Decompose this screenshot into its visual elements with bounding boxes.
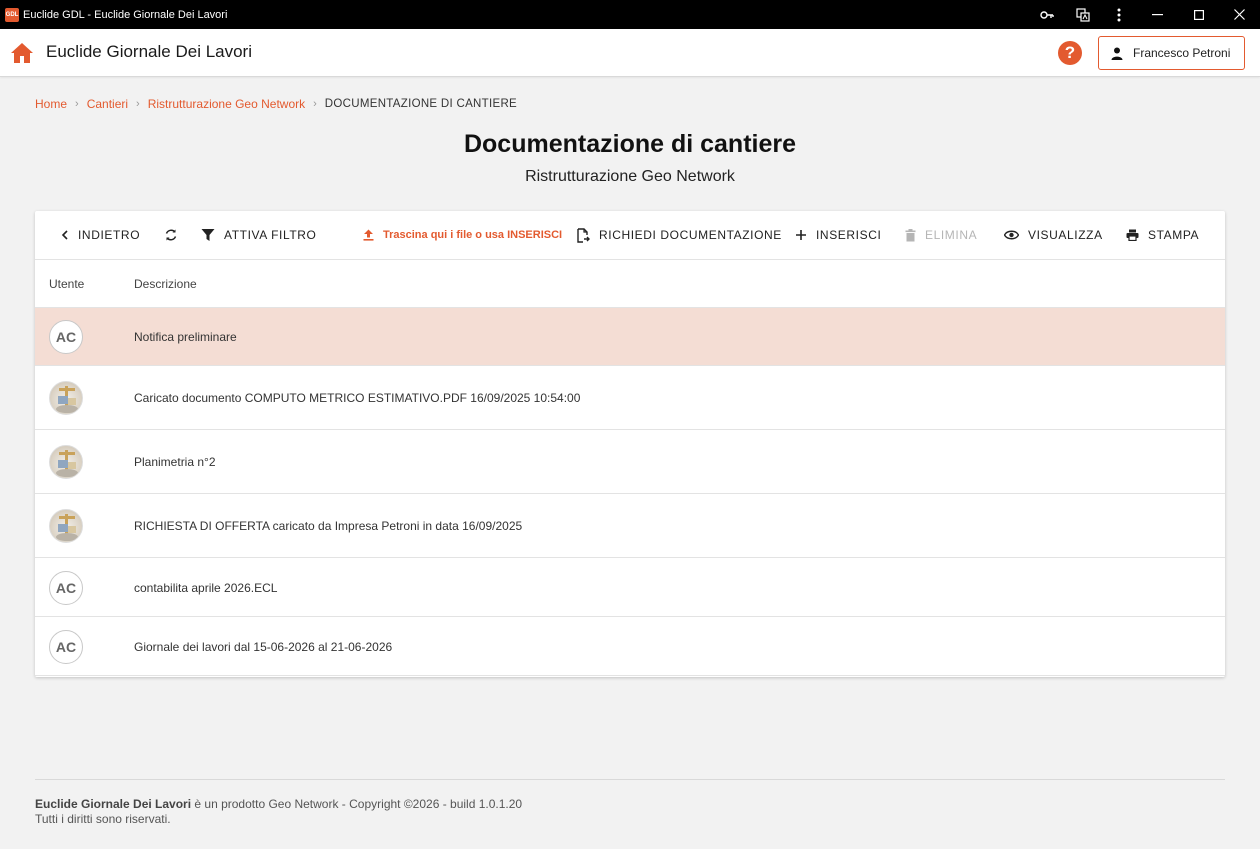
table-row[interactable]: AC Notifica preliminare — [35, 308, 1225, 366]
user-menu-button[interactable]: Francesco Petroni — [1098, 36, 1245, 70]
key-icon[interactable] — [1029, 0, 1065, 29]
upload-icon — [363, 229, 374, 241]
request-documentation-button[interactable]: RICHIEDI DOCUMENTAZIONE — [577, 211, 782, 259]
breadcrumb-home[interactable]: Home — [35, 97, 67, 111]
column-header-user[interactable]: Utente — [49, 277, 84, 291]
page-title: Documentazione di cantiere — [463, 130, 797, 158]
user-avatar-initials: AC — [49, 320, 83, 354]
user-avatar-photo — [49, 509, 83, 543]
footer-rights: Tutti i diritti sono riservati. — [35, 812, 171, 826]
minimize-icon[interactable] — [1137, 0, 1178, 29]
upload-dropzone[interactable]: Trascina qui i file o usa INSERISCI — [363, 211, 562, 259]
help-icon[interactable]: ? — [1058, 41, 1082, 65]
row-description: Notifica preliminare — [134, 330, 237, 344]
breadcrumb-separator: › — [75, 98, 79, 110]
request-documentation-label: RICHIEDI DOCUMENTAZIONE — [599, 228, 782, 242]
eye-icon — [1004, 230, 1019, 240]
home-icon[interactable] — [10, 42, 34, 64]
row-description: Giornale dei lavori dal 15-06-2026 al 21… — [134, 640, 393, 654]
insert-button[interactable]: INSERISCI — [795, 211, 881, 259]
breadcrumb-separator: › — [313, 98, 317, 110]
app-header: Euclide Giornale Dei Lavori ? Francesco … — [0, 29, 1260, 77]
breadcrumb-current: DOCUMENTAZIONE DI CANTIERE — [324, 98, 518, 110]
footer: Euclide Giornale Dei Lavori è un prodott… — [35, 797, 522, 827]
column-header-description[interactable]: Descrizione — [134, 277, 197, 291]
user-avatar-initials: AC — [49, 630, 83, 664]
breadcrumb-cantieri[interactable]: Cantieri — [87, 97, 128, 111]
table-row[interactable]: Caricato documento COMPUTO METRICO ESTIM… — [35, 366, 1225, 430]
window-controls — [1029, 0, 1260, 29]
table-row[interactable]: Planimetria n°2 — [35, 430, 1225, 494]
refresh-icon — [165, 229, 177, 241]
table-header: Utente Descrizione — [35, 260, 1225, 308]
page-subtitle: Ristrutturazione Geo Network — [525, 168, 735, 185]
breadcrumb-separator: › — [136, 98, 140, 110]
documents-card: INDIETRO ATTIVA FILTRO Trascina qui i fi… — [35, 211, 1225, 677]
breadcrumb-project[interactable]: Ristrutturazione Geo Network — [148, 97, 305, 111]
maximize-icon[interactable] — [1178, 0, 1219, 29]
view-label: VISUALIZZA — [1028, 228, 1103, 242]
toolbar: INDIETRO ATTIVA FILTRO Trascina qui i fi… — [35, 211, 1225, 260]
breadcrumb: Home › Cantieri › Ristrutturazione Geo N… — [35, 97, 517, 111]
app-title: Euclide Giornale Dei Lavori — [46, 42, 252, 61]
print-label: STAMPA — [1148, 228, 1200, 242]
delete-label: ELIMINA — [925, 228, 978, 242]
back-button[interactable]: INDIETRO — [61, 211, 140, 259]
table-row[interactable]: AC Giornale dei lavori dal 15-06-2026 al … — [35, 617, 1225, 676]
print-icon — [1126, 229, 1139, 241]
filter-label: ATTIVA FILTRO — [224, 228, 317, 242]
row-description: Planimetria n°2 — [134, 455, 216, 469]
refresh-button[interactable] — [164, 211, 187, 259]
app-logo-icon: GDL — [5, 7, 19, 22]
delete-button[interactable]: ELIMINA — [905, 211, 977, 259]
row-description: contabilita aprile 2026.ECL — [134, 581, 278, 595]
footer-product: Euclide Giornale Dei Lavori — [35, 797, 192, 811]
table-row[interactable]: RICHIESTA DI OFFERTA caricato da Impresa… — [35, 494, 1225, 558]
footer-divider — [35, 779, 1225, 780]
window-titlebar: GDL Euclide GDL - Euclide Giornale Dei L… — [0, 0, 1260, 29]
footer-copyright: è un prodotto Geo Network - Copyright ©2… — [194, 797, 523, 811]
user-avatar-initials: AC — [49, 571, 83, 605]
document-request-icon — [577, 227, 590, 243]
more-menu-icon[interactable] — [1101, 0, 1137, 29]
back-label: INDIETRO — [78, 228, 141, 242]
view-button[interactable]: VISUALIZZA — [1004, 211, 1103, 259]
insert-label: INSERISCI — [816, 228, 882, 242]
translate-icon[interactable] — [1065, 0, 1101, 29]
filter-button[interactable]: ATTIVA FILTRO — [201, 211, 316, 259]
close-icon[interactable] — [1219, 0, 1260, 29]
row-description: Caricato documento COMPUTO METRICO ESTIM… — [134, 391, 581, 405]
upload-label: Trascina qui i file o usa INSERISCI — [383, 229, 563, 241]
print-button[interactable]: STAMPA — [1126, 211, 1199, 259]
row-description: RICHIESTA DI OFFERTA caricato da Impresa… — [134, 519, 523, 533]
user-avatar-photo — [49, 445, 83, 479]
trash-icon — [905, 228, 916, 241]
user-avatar-photo — [49, 381, 83, 415]
table-row[interactable]: AC contabilita aprile 2026.ECL — [35, 558, 1225, 617]
chevron-left-icon — [61, 230, 68, 240]
user-name: Francesco Petroni — [1133, 46, 1231, 60]
user-icon — [1111, 47, 1123, 60]
window-title: Euclide GDL - Euclide Giornale Dei Lavor… — [23, 8, 228, 21]
filter-icon — [201, 229, 215, 241]
plus-icon — [796, 230, 806, 240]
